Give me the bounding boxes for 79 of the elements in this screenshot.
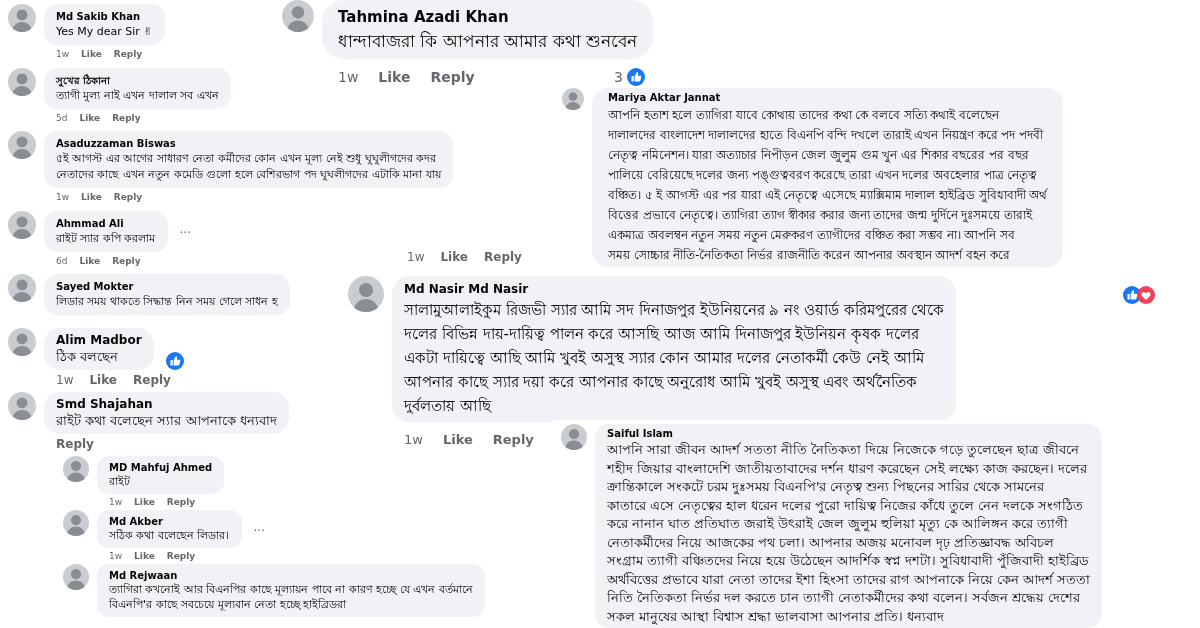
comment-action-link[interactable]: Like (442, 430, 473, 450)
avatar[interactable] (561, 424, 587, 450)
avatar[interactable] (8, 210, 36, 239)
comment-action-link[interactable]: Reply (430, 66, 475, 88)
comment-action-link[interactable]: Reply (56, 436, 94, 452)
comment-text: ত্যাগী মুল্য নাই এখন দালাল সব এখন (56, 87, 219, 104)
comment-action-link[interactable]: Like (378, 66, 411, 88)
comment-action-link[interactable]: Reply (113, 48, 143, 62)
avatar[interactable] (63, 510, 89, 536)
comment-action-link[interactable]: Like (134, 549, 155, 563)
comment-time: 1w (56, 191, 70, 204)
avatar[interactable] (348, 276, 384, 312)
comment-text: ত্যাগিরা কখনোই আর বিএনপির কাছে মূল্যায়ন পাবে না কারণ হচ্ছে যে এখন বর্তমানে বিএনপি'র কাছে সবচেয়ে মূল্যবান নেতা হচ্ছে হাইব্রিডরা (109, 582, 473, 612)
comment-text: Yes My dear Sir ✌ (56, 24, 153, 40)
comment-action-link[interactable]: Like (440, 248, 468, 266)
comment-action-link[interactable]: Reply (492, 430, 534, 450)
comment-author[interactable]: Asaduzzaman Biswas (56, 136, 441, 151)
comment-author[interactable]: Md Akber (109, 515, 230, 528)
comment-author[interactable]: Mariya Aktar Jannat (608, 90, 1048, 105)
reaction-count: 3 (614, 67, 624, 87)
comment-text: ধান্দাবাজরা কি আপনার আমার কথা শুনবেন (338, 29, 638, 53)
comment-author[interactable]: Alim Madbor (56, 332, 142, 348)
comment-time: 1w (56, 48, 70, 61)
more-options[interactable]: ... (179, 220, 191, 242)
comment-action-link[interactable]: Like (81, 191, 102, 205)
comment-text: রাইট কথা বলেছেন স্যার আপনাকে ধন্যবাদ (56, 412, 277, 430)
avatar[interactable] (8, 131, 36, 159)
like-reaction-icon (165, 352, 184, 370)
comment-time: 1w (407, 249, 425, 266)
more-options[interactable]: ... (253, 518, 265, 540)
comment-text: রাইট স্যার কপি করলাম (56, 230, 156, 247)
avatar[interactable] (63, 564, 89, 590)
comment-time: 1w (109, 550, 123, 563)
comment-text: আপনি সারা জীবন আদর্শ সততা নীতি নৈতিকতা দিয়ে নিজেকে গড়ে তুলেছেন ছাত্র জীবনে শহীদ জিয়ার বাংলাদেশি জাতীয়তাবাদের দর্শন ধারণ করেছেন সেই লক্ষ্যে কাজ করছেন। দলের ক্রান্তিকালে সংকটে চরম দুঃসময় বিএনপি'র নেতৃত্ব শুন্য পিছনের সারির থেকে সামনের কাতারে এসে নেতৃত্বের হাল ধরেন দলের পুরো দায়িত্ব নিজের কাঁধে তুলে নেন দলকে সংগঠিত করে নানান ঘাত প্রতিঘাত জরাই উৎরাই জেল জুলুম হুলিয়া মৃত্যু কে আলিঙ্গন করে ত্যাগী নেতাকর্মীদের নিয়ে আজকের পথ চলা। আপনার অজয় মনোবল দৃঢ় প্রতিজ্ঞাবদ্ধ অবিচল সংগ্রাম ত্যাগী বঞ্চিতদের নিয়ে হয়ে উঠেছেন আদর্শিক স্বপ্ন দশটা। সুবিধাবাদী পুঁজিবাদী হাইব্রিড অর্থবিত্তের প্রভাবে যারা নেতা তাদের ইশা হিংসা তাদের রাগ আপনাকে নিয়ে কেন আদর্শ সততা নিতি নৈতিকতা নির্ভর দল করতে চান ত্যাগী নেতাকর্মীদের কথা বলেন। সর্বজন শ্রদ্ধেয় দেশের সকল মানুষের আস্থা বিশ্বাস শ্রদ্ধা ভালবাসা আপনার প্রতি। ধন্যবাদ (607, 441, 1090, 626)
comment-action-link[interactable]: Reply (112, 254, 141, 268)
comment-action-link[interactable]: Like (81, 48, 102, 62)
comment-action-link[interactable]: Reply (484, 248, 522, 266)
comment-author[interactable]: Md Nasir Md Nasir (404, 280, 945, 298)
avatar[interactable] (8, 274, 36, 302)
comment-text: আপনি হতাশ হলে ত্যাগিরা যাবে কোথায় তাদের কথা কে বলবে সত্যি কথাই বলেছেন দালালদের বাংলাদেশ দালালদের হাতে বিএনপি বন্দি দখলে তারাই এখন নিয়ন্ত্রণ করে পদ পদবী নেতৃত্ব নমিনেশন। যারা অত্যাচার নিপীড়ন জেল জুলুম গুম খুন এর শিকার বছরের পর বছর পালিয়ে বেরিয়েছে দলের জন্য পঙ্গুত্ববরণ করেছে তারা এখন দলের অবহেলার পাত্র নেতৃত্ব বঞ্চিত। ৫ ই আগস্ট এর পর যারা এই নেতৃত্বে এসেছে ম্যাক্সিমাম দালাল হাইব্রিড সুবিধাবাদী অর্থ বিত্তের প্রভাবে নেতৃত্বে। ত্যাগিরা ত্যাগ স্বীকার করার জন্য তাদের জন্ম দুর্দিনে দুঃসময়ে তারাই একমাত্র অবলম্বন নতুন সময় নতুন মেরুকরণ ত্যাগীদের বঞ্চিত করা সম্ভব না। আপনি সব সময় সোচ্চার নীতি-নৈতিকতা নির্ভর রাজনীতি করেন আপনার অবস্থান আদর্শ বহন করে (608, 107, 1048, 264)
comment-time: 1w (56, 372, 74, 388)
comment-action-link[interactable]: Reply (112, 111, 141, 125)
comment-text: সালামুআলাইকুম রিজভী স্যার আমি সদ দিনাজপুর ইউনিয়নের ৯ নং ওয়ার্ড করিমপুরের থেকে দলের বিভিন্ন দায়-দায়িত্ব পালন করে আসছি আজ আমি দিনাজপুর ইউনিয়ন কৃষক দলের একটা দায়িত্বে আছি আমি খুবই অসুস্থ স্যার কোন আমার দলের নেতাকর্মী কেউ নেই আমি আপনার কাছে স্যার দয়া করে আপনার কাছে অনুরোধ আমি খুবই অসুস্থ এবং অর্থনৈতিক দুর্বলতায় আছি (404, 300, 945, 417)
comment-author[interactable]: Saiful Islam (607, 426, 1090, 441)
comment-time: 1w (109, 496, 123, 509)
comment-action-link[interactable]: Reply (166, 549, 196, 563)
comment-text: ঠিক বলছেন (56, 348, 120, 366)
comment-author[interactable]: সুখের ঠিকানা (56, 72, 219, 88)
avatar[interactable] (8, 392, 36, 420)
comment-action-link[interactable]: Like (134, 495, 155, 509)
comment-author[interactable]: Md Sakib Khan (56, 9, 153, 24)
comment-text: সঠিক কথা বলেছেন লিডার। (109, 528, 230, 543)
comment-action-link[interactable]: Reply (113, 191, 143, 205)
comment-author[interactable]: Md Rejwaan (109, 569, 473, 582)
love-reaction-icon (1137, 286, 1155, 304)
comment-text: ৫ই আগস্ট এর আগের সাধারণ নেতা কর্মীদের কোন এখন মূল্য নেই শুধু ঘুঘুলীগদের কদর নেতাদের কাছে এখন নতুন কমেডি গুলো হলে বেশিরভাগ পদ ঘুঘলীগদের এটাকি মানা যায় (56, 151, 441, 183)
comment-action-link[interactable]: Reply (166, 495, 196, 509)
comment-author[interactable]: Sayed Mokter (56, 279, 278, 294)
comment-action-link[interactable]: Like (89, 372, 117, 388)
comment-author[interactable]: Ahmmad Ali (56, 215, 156, 231)
comment-time: 6d (56, 254, 68, 268)
comment-author[interactable]: Smd Shajahan (56, 396, 277, 412)
comment-action-link[interactable]: Like (79, 254, 101, 268)
comment-text: লিডার সময় থাকতে সিদ্ধান্ত নিন সময় গেলে সাধন হ (56, 294, 278, 310)
avatar[interactable] (63, 456, 89, 482)
comment-author[interactable]: MD Mahfuj Ahmed (109, 461, 213, 474)
comment-time: 1w (338, 67, 359, 87)
comment-action-link[interactable]: Like (79, 111, 101, 125)
comment-author[interactable]: Tahmina Azadi Khan (338, 6, 638, 29)
comment-action-link[interactable]: Reply (133, 372, 171, 388)
avatar[interactable] (282, 0, 314, 32)
comment-text: রাইট (109, 474, 131, 489)
avatar[interactable] (562, 88, 584, 110)
avatar[interactable] (8, 328, 36, 356)
avatar[interactable] (8, 67, 36, 96)
like-reaction-icon (627, 68, 646, 86)
comment-time: 1w (404, 431, 423, 449)
avatar[interactable] (8, 4, 36, 32)
comment-time: 5d (56, 111, 68, 125)
